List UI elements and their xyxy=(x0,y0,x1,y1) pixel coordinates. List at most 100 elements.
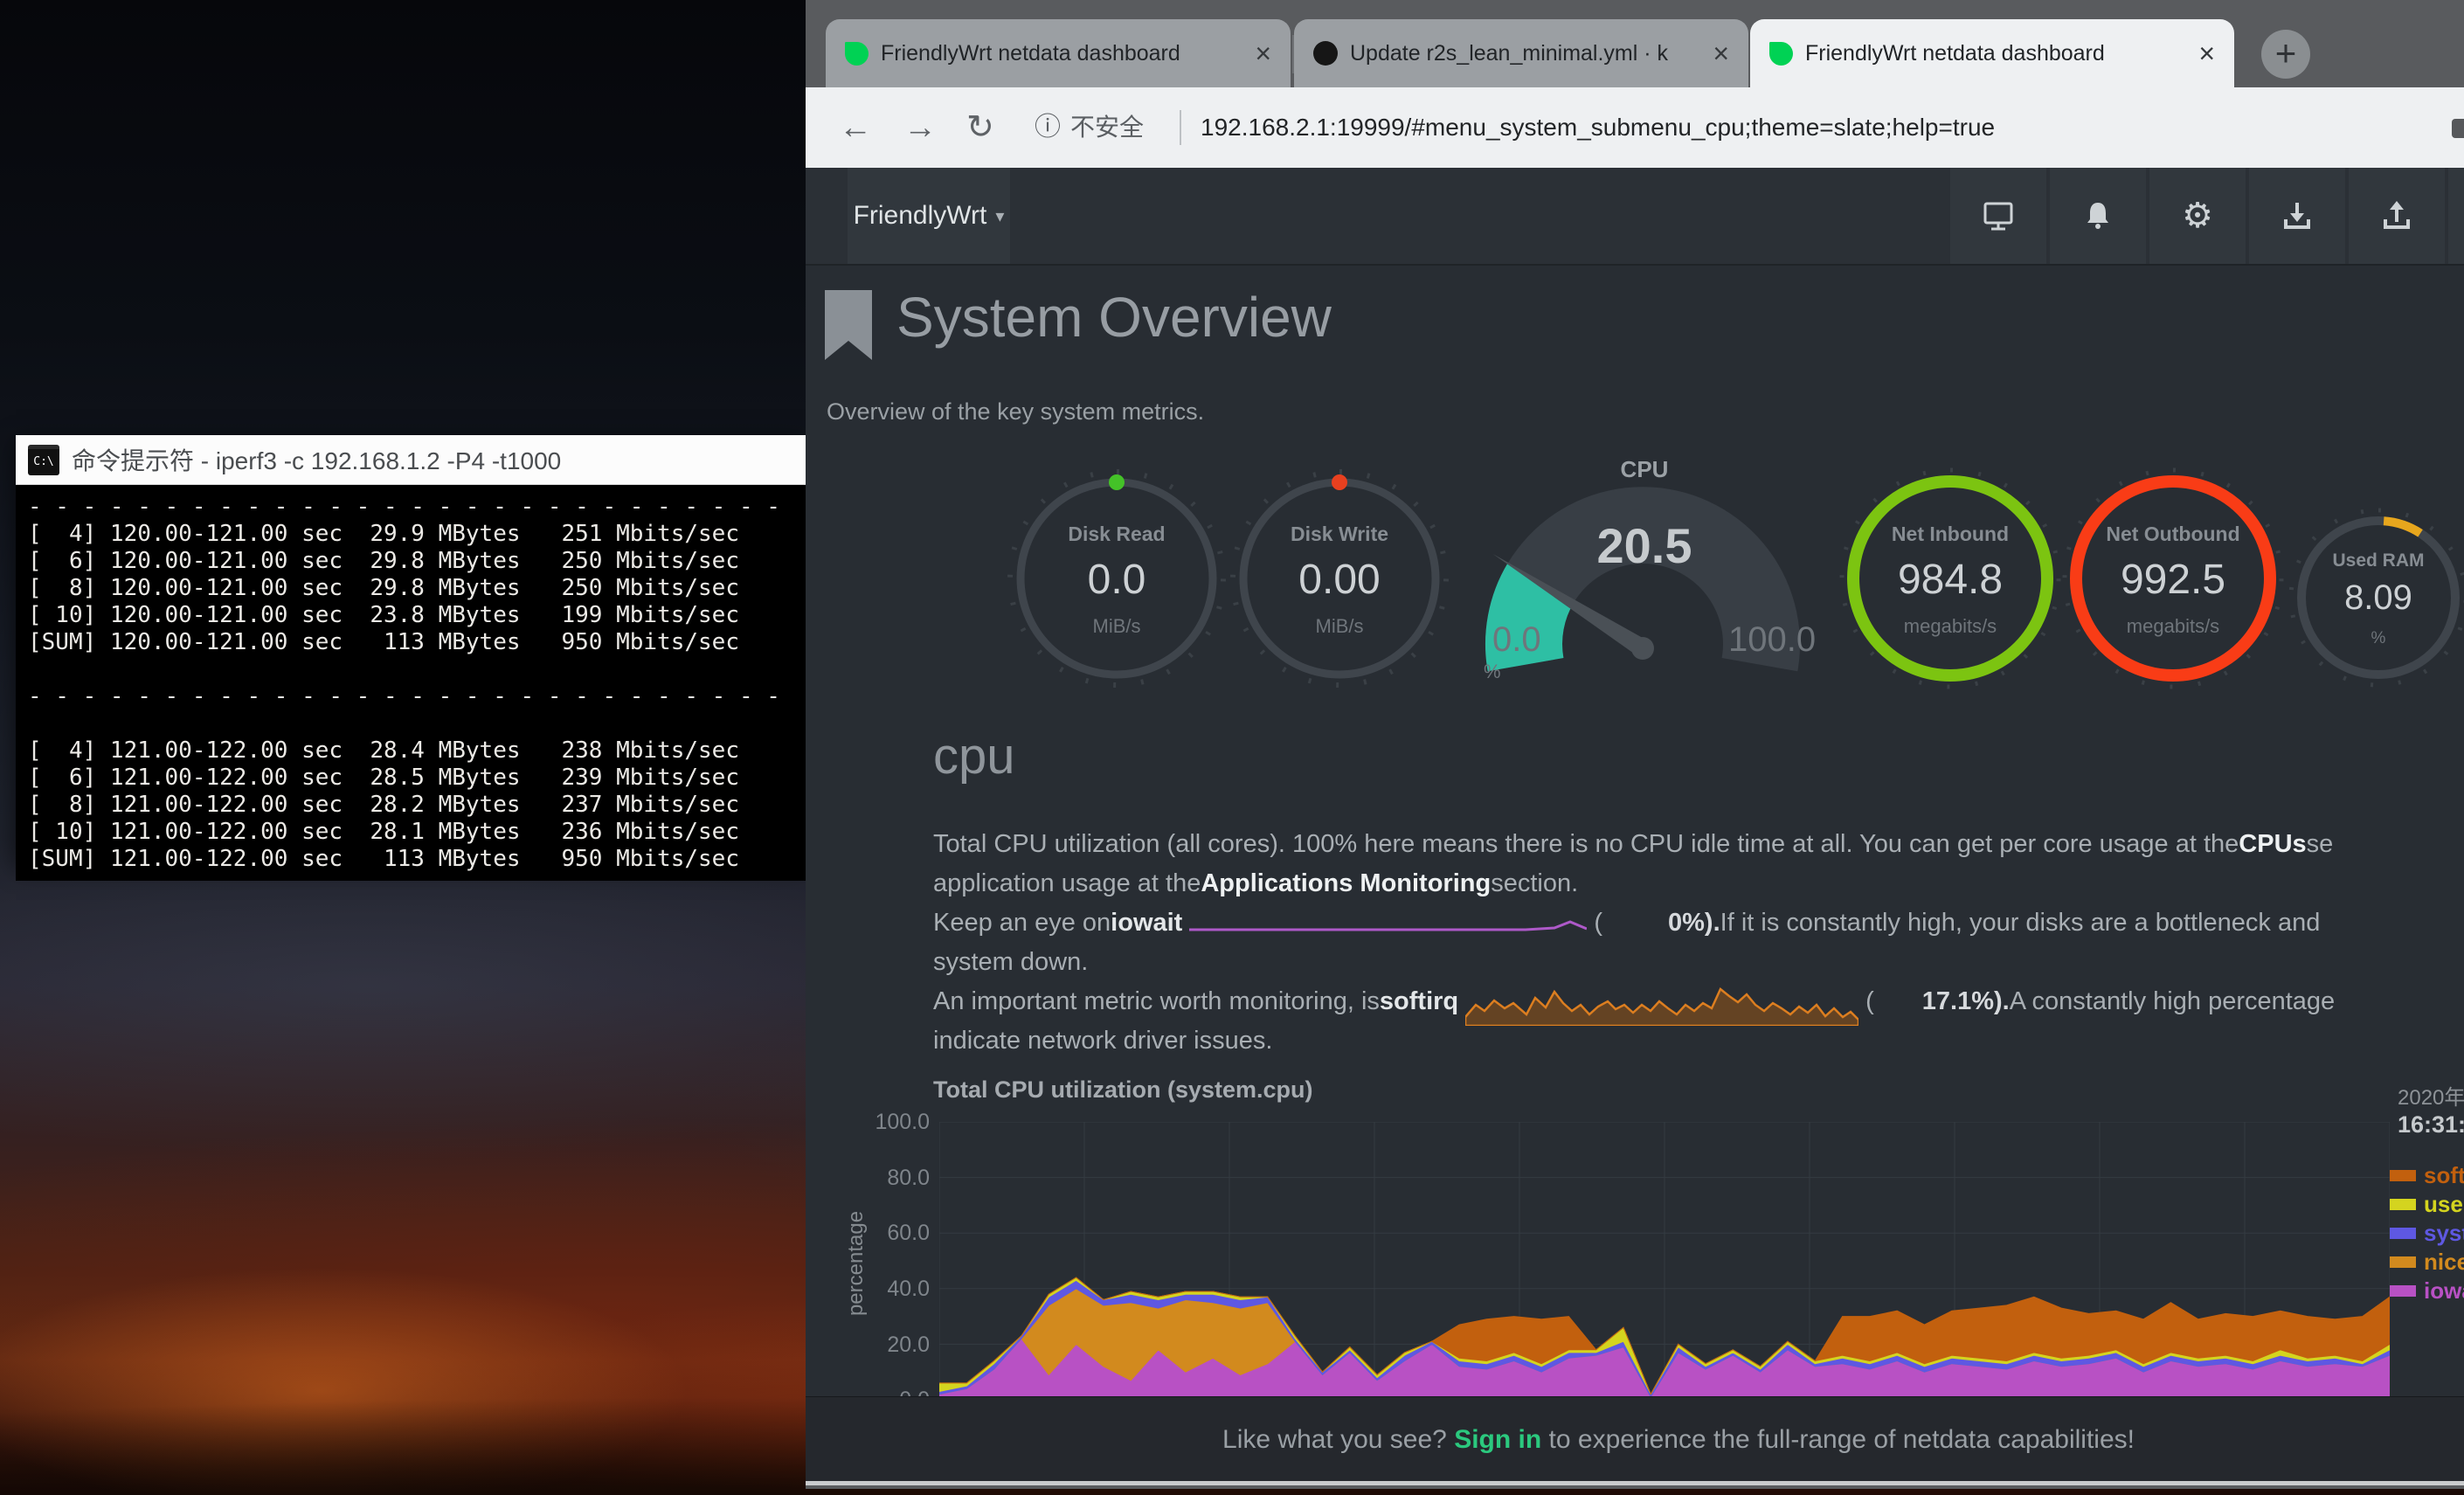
text: If it is constantly high, your disks are… xyxy=(1720,903,2321,943)
y-tick: 20.0 xyxy=(856,1332,930,1358)
nodes-view-button[interactable] xyxy=(1950,168,2046,264)
gauge-unit: MiB/s xyxy=(1226,615,1453,638)
signin-text: Like what you see? xyxy=(1222,1425,1454,1454)
host-name: FriendlyWrt xyxy=(854,201,987,231)
import-button[interactable] xyxy=(2249,168,2345,264)
terminal-line: - - - - - - - - - - - - - - - - - - - - … xyxy=(28,683,793,710)
browser-toolbar: ← → ↻ ⓘ 不安全 192.168.2.1:19999/#menu_syst… xyxy=(806,87,2464,168)
text: ( xyxy=(1594,903,1602,943)
y-axis-label: percentage xyxy=(844,1176,869,1351)
netdata-navbar: FriendlyWrt ▾ ⚙ xyxy=(806,168,2464,266)
terminal-line: [ 8] 120.00-121.00 sec 29.8 MBytes 250 M… xyxy=(28,575,793,602)
y-tick: 40.0 xyxy=(856,1277,930,1302)
terminal-titlebar[interactable]: C:\ 命令提示符 - iperf3 -c 192.168.1.2 -P4 -t… xyxy=(16,435,806,485)
legend-item-iowait[interactable]: iowait xyxy=(2390,1279,2464,1302)
page-subtitle: Overview of the key system metrics. xyxy=(827,398,1204,426)
softirq-term: softirq xyxy=(1380,982,1458,1021)
tab-netdata-2-active[interactable]: FriendlyWrt netdata dashboard × xyxy=(1750,19,2234,87)
print-button-partial[interactable] xyxy=(2448,168,2464,264)
tab-github[interactable]: Update r2s_lean_minimal.yml · k × xyxy=(1294,19,1748,87)
gauge-max: 100.0 xyxy=(1728,620,1816,660)
legend-item-softirq[interactable]: softirq xyxy=(2390,1164,2464,1187)
upload-icon xyxy=(2379,198,2414,233)
tab-close-icon[interactable]: × xyxy=(1255,39,1271,67)
export-button[interactable] xyxy=(2349,168,2445,264)
chart-date: 2020年3 xyxy=(2398,1080,2464,1111)
legend-item-nice[interactable]: nice xyxy=(2390,1250,2464,1273)
softirq-value: 17.1%). xyxy=(1922,982,2010,1021)
tab-title: FriendlyWrt netdata dashboard xyxy=(1805,41,2186,66)
netdata-page: FriendlyWrt ▾ ⚙ xyxy=(806,168,2464,1485)
extension-icon[interactable] xyxy=(2452,119,2464,138)
terminal-line: [ 4] 121.00-122.00 sec 28.4 MBytes 238 M… xyxy=(28,737,793,765)
gauge-disk-write[interactable]: Disk Write 0.00 MiB/s xyxy=(1226,465,1453,692)
gauge-value: 0.0 xyxy=(1003,556,1230,604)
gauge-title: Net Outbound xyxy=(2059,523,2287,546)
gauge-value: 20.5 xyxy=(1477,517,1812,574)
legend-swatch-icon xyxy=(2390,1170,2416,1181)
terminal-title: 命令提示符 - iperf3 -c 192.168.1.2 -P4 -t1000 xyxy=(72,442,561,477)
legend-label: iowait xyxy=(2424,1277,2464,1305)
text: An important metric worth monitoring, is xyxy=(933,982,1380,1021)
paragraph-line: indicate network driver issues. xyxy=(933,1021,2464,1061)
terminal-line: [ 10] 121.00-122.00 sec 28.1 MBytes 236 … xyxy=(28,819,793,846)
chart-legend: softirq user system nice iowait xyxy=(2390,1164,2464,1302)
omnibox-separator xyxy=(1180,110,1181,145)
applications-monitoring-link[interactable]: Applications Monitoring xyxy=(1201,864,1491,903)
gauge-title: Net Inbound xyxy=(1837,523,2064,546)
address-url[interactable]: 192.168.2.1:19999/#menu_system_submenu_c… xyxy=(1201,87,2406,168)
iowait-sparkline xyxy=(1189,910,1587,938)
paragraph-line: Total CPU utilization (all cores). 100% … xyxy=(933,825,2464,864)
tab-close-icon[interactable]: × xyxy=(2198,39,2215,67)
gauge-net-inbound[interactable]: Net Inbound 984.8 megabits/s xyxy=(1837,465,2064,692)
paragraph-line: system down. xyxy=(933,943,2464,982)
gauge-unit: megabits/s xyxy=(2059,615,2287,638)
gauge-unit: MiB/s xyxy=(1003,615,1230,638)
forward-button[interactable]: → xyxy=(903,87,937,168)
section-heading-cpu: cpu xyxy=(933,727,1015,786)
host-dropdown[interactable]: FriendlyWrt ▾ xyxy=(848,168,1010,264)
netdata-favicon-icon xyxy=(845,42,869,66)
terminal-line: [ 6] 120.00-121.00 sec 29.8 MBytes 250 M… xyxy=(28,548,793,575)
gauge-title: CPU xyxy=(1477,456,1812,483)
gauge-disk-read[interactable]: Disk Read 0.0 MiB/s xyxy=(1003,465,1230,692)
gauge-title: Disk Read xyxy=(1003,523,1230,546)
terminal-line: [ 10] 120.00-121.00 sec 23.8 MBytes 199 … xyxy=(28,602,793,629)
terminal-line xyxy=(28,656,793,683)
cpu-utilization-chart[interactable] xyxy=(939,1122,2390,1400)
terminal-line: [ 6] 121.00-122.00 sec 28.5 MBytes 239 M… xyxy=(28,765,793,792)
bell-icon xyxy=(2080,198,2115,233)
security-chip[interactable]: 不安全 xyxy=(1070,87,1144,168)
gauge-value: 984.8 xyxy=(1837,556,2064,604)
legend-swatch-icon xyxy=(2390,1285,2416,1297)
gauge-cpu[interactable]: CPU 20.5 0.0 100.0 % xyxy=(1477,456,1812,685)
chevron-down-icon: ▾ xyxy=(995,205,1004,227)
back-button[interactable]: ← xyxy=(839,87,872,168)
legend-swatch-icon xyxy=(2390,1199,2416,1210)
signin-link[interactable]: Sign in xyxy=(1454,1425,1541,1454)
tab-close-icon[interactable]: × xyxy=(1713,39,1729,67)
legend-item-user[interactable]: user xyxy=(2390,1193,2464,1215)
site-info-icon[interactable]: ⓘ xyxy=(1035,87,1061,168)
text: se xyxy=(2307,825,2334,864)
tab-title: FriendlyWrt netdata dashboard xyxy=(881,41,1242,66)
reload-button[interactable]: ↻ xyxy=(966,87,994,168)
browser-window: FriendlyWrt netdata dashboard × Update r… xyxy=(806,0,2464,1489)
paragraph-line: An important metric worth monitoring, is… xyxy=(933,982,2464,1021)
gauge-net-outbound[interactable]: Net Outbound 992.5 megabits/s xyxy=(2059,465,2287,692)
tab-netdata-1[interactable]: FriendlyWrt netdata dashboard × xyxy=(826,19,1291,87)
gauge-value: 0.00 xyxy=(1226,556,1453,604)
legend-item-system[interactable]: system xyxy=(2390,1222,2464,1244)
y-tick: 60.0 xyxy=(856,1221,930,1246)
cpus-link[interactable]: CPUs xyxy=(2239,825,2306,864)
terminal-line: [ 8] 121.00-122.00 sec 28.2 MBytes 237 M… xyxy=(28,792,793,819)
settings-button[interactable]: ⚙ xyxy=(2149,168,2246,264)
gauge-used-ram[interactable]: Used RAM 8.09 % xyxy=(2282,502,2464,694)
legend-swatch-icon xyxy=(2390,1256,2416,1268)
terminal-window[interactable]: C:\ 命令提示符 - iperf3 -c 192.168.1.2 -P4 -t… xyxy=(16,435,806,863)
iowait-value: 0%). xyxy=(1668,903,1720,943)
terminal-line: - - - - - - - - - - - - - - - - - - - - … xyxy=(28,494,793,521)
new-tab-button[interactable]: + xyxy=(2261,30,2310,79)
terminal-line: [SUM] 121.00-122.00 sec 113 MBytes 950 M… xyxy=(28,846,793,873)
alarms-button[interactable] xyxy=(2050,168,2146,264)
